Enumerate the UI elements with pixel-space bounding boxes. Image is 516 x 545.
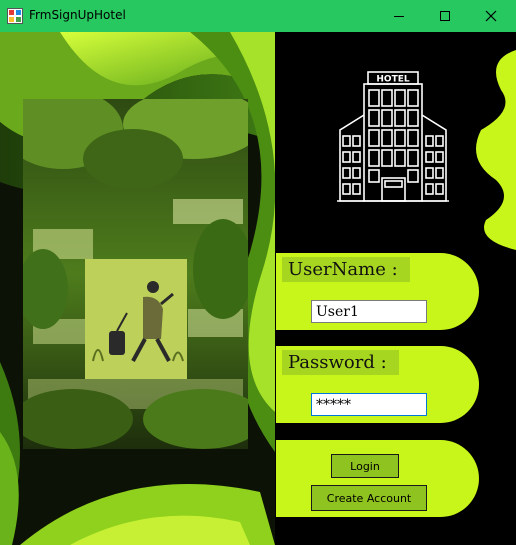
hotel-photo-art [23, 99, 248, 449]
login-button[interactable]: Login [331, 454, 399, 478]
hotel-building-icon: HOTEL [337, 71, 449, 202]
password-panel: Password : [276, 346, 479, 423]
title-bar[interactable]: FrmSignUpHotel [0, 0, 516, 32]
app-window: FrmSignUpHotel HOTEL UserName: User1 Pa… [0, 0, 516, 545]
password-input[interactable] [311, 393, 427, 416]
hotel-sign-text: HOTEL [376, 75, 409, 85]
create-account-button[interactable]: Create Account [311, 485, 427, 511]
username-input[interactable] [311, 300, 427, 323]
username-label: UserName : [282, 257, 410, 282]
hotel-photo [23, 99, 248, 449]
window-title: FrmSignUpHotel [29, 8, 126, 22]
app-icon [7, 8, 23, 24]
decorative-wave [476, 50, 516, 250]
password-label: Password : [282, 350, 399, 375]
close-icon [485, 10, 497, 22]
actions-panel: Login Create Account [276, 440, 479, 517]
maximize-button[interactable] [422, 0, 468, 32]
username-panel: UserName : [276, 253, 479, 330]
minimize-button[interactable] [376, 0, 422, 32]
form-client-area: HOTEL UserName : Password : Login Create… [0, 32, 516, 545]
close-button[interactable] [468, 0, 514, 32]
maximize-icon [440, 11, 450, 21]
minimize-icon [394, 16, 404, 17]
